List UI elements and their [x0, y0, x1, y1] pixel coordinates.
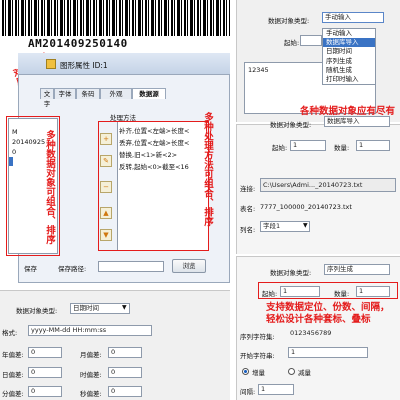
- second-offset-input[interactable]: 0: [108, 386, 142, 397]
- mt-start-input[interactable]: [300, 35, 322, 46]
- chevron-down-icon[interactable]: ▼: [122, 304, 127, 311]
- db-count-label: 数量:: [334, 144, 350, 152]
- seq-count-label: 数量:: [334, 290, 350, 298]
- db-type-label: 数据对象类型:: [270, 121, 312, 129]
- seq-charset-label: 序列字符集:: [240, 333, 275, 341]
- db-conn-input[interactable]: C:\Users\Admi..._20140723.txt: [260, 178, 396, 192]
- mt-type-label: 数据对象类型:: [268, 17, 310, 25]
- dialog-title: 图形属性 ID:1: [60, 61, 108, 70]
- ops-highlight: [98, 121, 209, 251]
- hour-offset-label: 时偏差:: [80, 371, 102, 379]
- minute-offset-input[interactable]: 0: [28, 386, 62, 397]
- type-dropdown[interactable]: 手动输入 数据库导入 日期时间 序列生成 随机生成 打印时输入: [322, 28, 376, 86]
- year-offset-label: 年偏差:: [2, 351, 24, 359]
- tab-datasource[interactable]: 数据源: [132, 88, 166, 99]
- seq-start-label: 起始:: [262, 290, 278, 298]
- dt-format-label: 格式:: [2, 329, 18, 337]
- dropdown-option[interactable]: 手动输入: [323, 29, 375, 38]
- month-offset-label: 月偏差:: [80, 351, 102, 359]
- seq-charset-input[interactable]: 0123456789: [288, 329, 378, 340]
- dropdown-option[interactable]: 日期时间: [323, 47, 375, 56]
- seq-interval-label: 间隔:: [240, 388, 256, 396]
- second-offset-label: 秒偏差:: [80, 390, 102, 398]
- annotation-features: 支持数据定位、份数、间隔，轻松设计各种套标、叠标: [266, 302, 390, 325]
- mt-text-value[interactable]: 12345: [248, 66, 269, 74]
- barcode-image: [2, 0, 230, 36]
- tab-appearance[interactable]: 外观: [100, 88, 132, 99]
- year-offset-input[interactable]: 0: [28, 347, 62, 358]
- seq-startchar-input[interactable]: 1: [288, 347, 368, 358]
- tab-barcode[interactable]: 条码: [76, 88, 100, 99]
- mt-type-select[interactable]: 手动输入: [322, 12, 384, 23]
- db-conn-label: 连接:: [240, 185, 256, 193]
- seq-startchar-label: 开始字符串:: [240, 352, 275, 360]
- increment-label: 增量: [252, 369, 265, 377]
- save-path-input[interactable]: [98, 261, 164, 272]
- db-type-select[interactable]: 数据库导入: [324, 116, 390, 127]
- browse-button[interactable]: 浏览: [172, 259, 206, 273]
- dropdown-option[interactable]: 序列生成: [323, 57, 375, 66]
- dt-type-select[interactable]: 日期时间: [70, 303, 130, 314]
- annotation-methods: 多种处理方法可组合、排序: [202, 112, 213, 226]
- db-start-label: 起始:: [272, 144, 288, 152]
- minute-offset-label: 分偏差:: [2, 390, 24, 398]
- db-count-input[interactable]: 1: [356, 140, 390, 151]
- db-table-value: 7777_100000_20140723.txt: [260, 203, 352, 211]
- hour-offset-input[interactable]: 0: [108, 367, 142, 378]
- sequence-panel: [236, 256, 400, 400]
- dropdown-option[interactable]: 打印时输入: [323, 75, 375, 84]
- dt-format-input[interactable]: yyyy-MM-dd HH:mm:ss: [28, 325, 152, 336]
- seq-type-select[interactable]: 序列生成: [324, 264, 390, 275]
- annotation-sources: 多种数据对象可组合、排序: [44, 130, 55, 244]
- annotation-types: 各种数据对象应有尽有: [300, 106, 396, 117]
- decrement-radio[interactable]: [288, 368, 295, 375]
- day-offset-input[interactable]: 0: [28, 367, 62, 378]
- db-start-input[interactable]: 1: [290, 140, 326, 151]
- dialog-icon: [46, 59, 56, 69]
- mt-start-label: 起始:: [284, 39, 300, 47]
- db-table-label: 表名:: [240, 205, 256, 213]
- chevron-down-icon[interactable]: ▼: [303, 222, 308, 229]
- dt-type-label: 数据对象类型:: [16, 307, 58, 315]
- decrement-label: 减量: [298, 369, 311, 377]
- month-offset-input[interactable]: 0: [108, 347, 142, 358]
- seq-start-input[interactable]: 1: [280, 286, 320, 297]
- save-path-label: 保存路径:: [58, 265, 87, 273]
- day-offset-label: 日偏差:: [2, 371, 24, 379]
- save-label: 保存: [24, 265, 37, 273]
- seq-interval-input[interactable]: 1: [258, 384, 294, 395]
- dropdown-option[interactable]: 数据库导入: [323, 38, 375, 48]
- tab-font[interactable]: 字体: [54, 88, 76, 99]
- seq-count-input[interactable]: 1: [356, 286, 390, 297]
- increment-radio[interactable]: [242, 368, 249, 375]
- dropdown-option[interactable]: 随机生成: [323, 66, 375, 75]
- tab-text[interactable]: 文字: [40, 88, 54, 108]
- db-column-label: 列名:: [240, 226, 256, 234]
- seq-type-label: 数据对象类型:: [270, 269, 312, 277]
